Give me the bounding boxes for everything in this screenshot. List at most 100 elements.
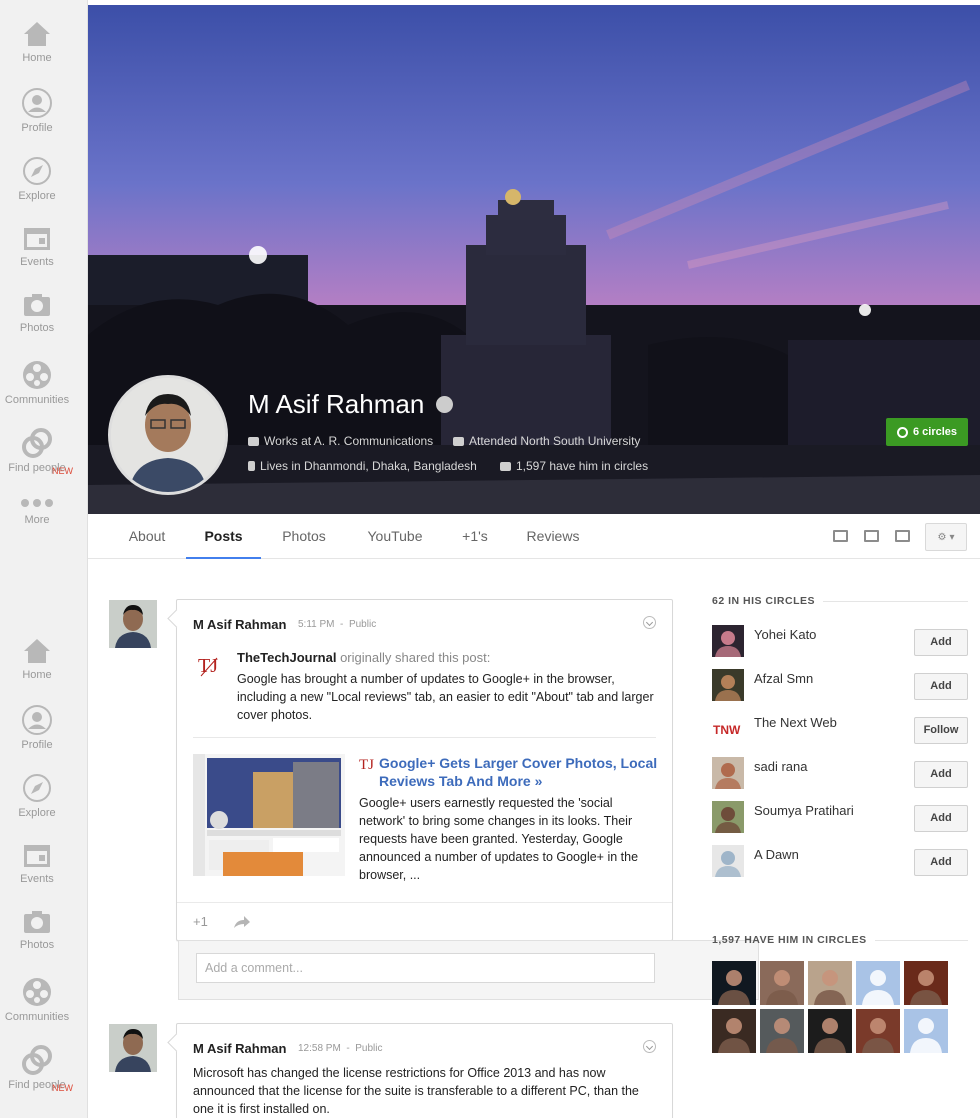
- circle-person: TNW The Next Web Follow: [712, 713, 968, 749]
- add-button[interactable]: Add: [914, 805, 968, 832]
- tab-youtube[interactable]: YouTube: [356, 514, 434, 559]
- tab-posts[interactable]: Posts: [186, 514, 261, 559]
- sidebar-item-label: Explore: [18, 190, 56, 202]
- sidebar-item-label: Communities: [4, 1011, 70, 1023]
- post-time: 12:58 PM - Public: [298, 1043, 383, 1054]
- post-time-text[interactable]: 5:11 PM: [298, 619, 335, 630]
- sidebar-item-explore[interactable]: Explore: [0, 156, 74, 224]
- sidebar-item-label: Events: [20, 873, 54, 885]
- post-menu-chevron-icon[interactable]: [643, 616, 656, 629]
- settings-menu-button[interactable]: ⚙ ▾: [925, 523, 967, 551]
- person-name[interactable]: A Dawn: [754, 847, 799, 862]
- follower-avatar[interactable]: [760, 1009, 804, 1053]
- follower-avatar[interactable]: [712, 961, 756, 1005]
- sidebar-item-more[interactable]: More: [0, 496, 74, 564]
- post-author-avatar[interactable]: [109, 1024, 157, 1072]
- person-name[interactable]: The Next Web: [754, 715, 837, 730]
- person-avatar[interactable]: TNW: [712, 713, 744, 745]
- chevron-down-icon: ▾: [949, 531, 955, 543]
- follower-avatar[interactable]: [856, 961, 900, 1005]
- add-button[interactable]: Add: [914, 761, 968, 788]
- techjournal-logo-icon[interactable]: TJ: [197, 652, 221, 682]
- find-people-icon: [0, 1045, 74, 1075]
- add-button[interactable]: Add: [914, 849, 968, 876]
- svg-text:TJ: TJ: [198, 655, 218, 677]
- sidebar-item-home[interactable]: Home: [0, 20, 74, 88]
- person-name[interactable]: sadi rana: [754, 759, 807, 774]
- post-author-avatar[interactable]: [109, 600, 157, 648]
- tab-reviews[interactable]: Reviews: [518, 514, 588, 559]
- sidebar-item-communities[interactable]: Communities: [0, 360, 74, 428]
- sidebar-item-photos[interactable]: Photos: [0, 292, 74, 360]
- profile-name: M Asif Rahman: [248, 389, 454, 420]
- shared-from-name[interactable]: TheTechJournal: [237, 650, 336, 665]
- sidebar-item-explore[interactable]: Explore: [0, 773, 74, 841]
- person-name[interactable]: Yohei Kato: [754, 627, 816, 642]
- sidebar-item-communities[interactable]: Communities: [0, 977, 74, 1045]
- profile-avatar[interactable]: [108, 375, 228, 495]
- find-people-icon: [0, 428, 74, 458]
- calendar-icon: [0, 224, 74, 252]
- circle-person: sadi rana Add: [712, 757, 968, 793]
- sidebar-item-find-people[interactable]: Find people NEW: [0, 428, 74, 496]
- tab-about[interactable]: About: [118, 514, 176, 559]
- follower-avatar[interactable]: [904, 1009, 948, 1053]
- follower-avatar[interactable]: [760, 961, 804, 1005]
- plus-one-button[interactable]: +1: [193, 914, 208, 929]
- post-menu-chevron-icon[interactable]: [643, 1040, 656, 1053]
- follower-avatar[interactable]: [808, 961, 852, 1005]
- sidebar-item-events[interactable]: Events: [0, 841, 74, 909]
- follower-avatar[interactable]: [712, 1009, 756, 1053]
- sidebar-item-find-people[interactable]: Find people NEW: [0, 1045, 74, 1113]
- sidebar-item-label: Photos: [19, 322, 55, 334]
- education-text: Attended North South University: [469, 434, 641, 448]
- sidebar-item-label: Photos: [19, 939, 55, 951]
- comment-input[interactable]: Add a comment...: [196, 953, 655, 983]
- sidebar-item-profile[interactable]: Profile: [0, 88, 74, 156]
- sidebar-item-events[interactable]: Events: [0, 224, 74, 292]
- add-button[interactable]: Add: [914, 673, 968, 700]
- person-avatar[interactable]: [712, 669, 744, 701]
- circle-person: Soumya Pratihari Add: [712, 801, 968, 837]
- follow-button[interactable]: Follow: [914, 717, 968, 744]
- post-author[interactable]: M Asif Rahman: [193, 1041, 286, 1056]
- verified-badge-icon: [436, 396, 454, 413]
- add-button[interactable]: Add: [914, 629, 968, 656]
- mail-icon[interactable]: [833, 530, 848, 542]
- person-name[interactable]: Soumya Pratihari: [754, 803, 854, 818]
- post-text: Google has brought a number of updates t…: [237, 672, 654, 722]
- link-thumbnail[interactable]: [193, 754, 345, 876]
- sidebar-item-home[interactable]: Home: [0, 637, 74, 705]
- person-avatar[interactable]: [712, 801, 744, 833]
- education-info: Attended North South University: [453, 434, 640, 448]
- share-arrow-icon[interactable]: [233, 915, 251, 929]
- calendar-icon: [0, 841, 74, 869]
- chat-icon[interactable]: [864, 530, 879, 542]
- svg-text:TNW: TNW: [713, 723, 741, 737]
- home-icon: [0, 20, 74, 48]
- follower-avatar[interactable]: [808, 1009, 852, 1053]
- work-info: Works at A. R. Communications: [248, 434, 433, 448]
- follower-avatar[interactable]: [856, 1009, 900, 1053]
- sidebar-item-photos[interactable]: Photos: [0, 909, 74, 977]
- avatar-photo: [109, 1024, 157, 1072]
- followers-info: 1,597 have him in circles: [500, 459, 648, 473]
- post-author[interactable]: M Asif Rahman: [193, 617, 286, 632]
- sidebar-item-label: Home: [22, 52, 52, 64]
- link-title[interactable]: Google+ Gets Larger Cover Photos, Local …: [379, 754, 659, 790]
- tab-plus-ones[interactable]: +1's: [452, 514, 498, 559]
- sidebar-item-label: Profile: [21, 122, 53, 134]
- person-avatar[interactable]: [712, 625, 744, 657]
- person-name[interactable]: Afzal Smn: [754, 671, 813, 686]
- compass-icon: [0, 156, 74, 186]
- tab-photos[interactable]: Photos: [272, 514, 336, 559]
- follower-avatar[interactable]: [904, 961, 948, 1005]
- person-avatar[interactable]: [712, 845, 744, 877]
- person-avatar[interactable]: [712, 757, 744, 789]
- circles-button[interactable]: 6 circles: [886, 418, 968, 446]
- message-icon[interactable]: [895, 530, 910, 542]
- post-time-text[interactable]: 12:58 PM: [298, 1043, 341, 1054]
- sidebar-item-profile[interactable]: Profile: [0, 705, 74, 773]
- sidebar-item-label: Profile: [21, 739, 53, 751]
- svg-text:TJ: TJ: [359, 757, 374, 773]
